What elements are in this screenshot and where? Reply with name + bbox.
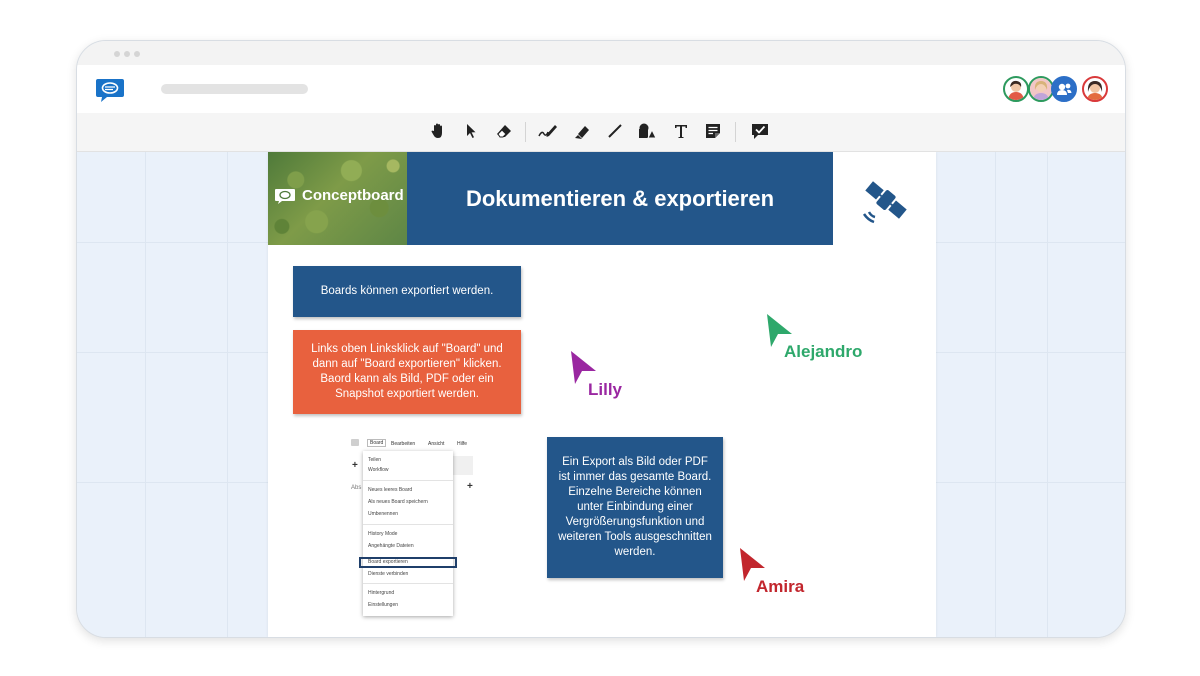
user-group-avatar[interactable] [1051,76,1077,102]
brand-logo-icon [275,188,295,204]
menu-board: Board [367,439,387,447]
menu-separator [363,583,453,584]
grid-line [995,152,996,637]
brand-logo: Conceptboard [274,187,404,204]
menu-help: Hilfe [457,441,468,447]
brand-name: Conceptboard [302,187,404,204]
menu-edit: Bearbeiten [391,441,416,447]
menu-screenshot: Board Bearbeiten Ansicht Hilfe + + Abs T… [346,438,480,618]
cursor-label-amira: Amira [756,577,805,596]
user-avatar-3[interactable] [1082,76,1108,102]
menu-item-board-export: Board exportieren [368,559,408,565]
cursor-label-lilly: Lilly [588,380,623,399]
user-avatar-1[interactable] [1003,76,1029,102]
board-canvas[interactable]: Conceptboard Dokumentieren & exportieren [77,152,1125,637]
menu-item: Umbenennen [368,511,399,517]
board-menu-dropdown: Teilen Workflow Neues leeres Board Als n… [359,451,457,616]
select-arrow-icon[interactable] [458,118,484,144]
app-header [77,65,1125,114]
conceptboard-logo-button[interactable] [95,77,125,103]
menu-item: History Mode [368,531,398,537]
shapes-icon[interactable] [634,118,660,144]
header-image: Conceptboard [268,152,407,245]
board-frame[interactable]: Conceptboard Dokumentieren & exportieren [268,152,936,637]
grid-line [145,152,146,637]
review-icon[interactable] [747,118,773,144]
sticky-note-export[interactable]: Boards können exportiert werden. [293,266,521,317]
menu-item: Hintergrund [368,590,395,596]
toolbar-separator [525,122,526,142]
menu-item: Dienste verbinden [368,571,409,577]
url-bar[interactable] [161,84,308,94]
window-dot [124,51,130,57]
menu-view: Ansicht [428,441,445,447]
hand-icon[interactable] [426,118,452,144]
grid-line [1047,152,1048,637]
line-icon[interactable] [602,118,628,144]
cursor-label-alejandro: Alejandro [784,342,863,361]
browser-window: Conceptboard Dokumentieren & exportieren [76,40,1126,638]
menu-separator [363,524,453,525]
menu-bar: Board Bearbeiten Ansicht Hilfe [346,438,476,450]
menu-separator [363,480,453,481]
logo-icon [351,439,359,446]
drawing-toolbar [77,113,1125,152]
menu-item: Workflow [368,467,389,473]
chat-logo-icon [96,79,124,102]
add-icon: + [352,460,358,471]
menu-item: Einstellungen [368,602,399,608]
sticky-note-export-info[interactable]: Ein Export als Bild oder PDF ist immer d… [547,437,723,578]
panel-stub [453,456,473,475]
window-dot [114,51,120,57]
board-title: Dokumentieren & exportieren [465,185,775,211]
title-bar [77,41,1125,65]
toolbar-separator [735,122,736,142]
menu-item: Neues leeres Board [368,487,413,493]
header-banner: Dokumentieren & exportieren [407,152,833,245]
pen-icon[interactable] [535,118,561,144]
add-icon: + [467,481,473,492]
eraser-icon[interactable] [491,118,517,144]
sticky-note-instructions[interactable]: Links oben Linksklick auf "Board" und da… [293,330,521,414]
text-icon[interactable] [668,118,694,144]
menu-item: Teilen [368,457,382,463]
side-label: Abs [351,485,362,491]
menu-item: Als neues Board speichern [368,499,428,505]
menu-item: Angehängte Dateien [368,543,414,549]
satellite-icon [856,174,914,228]
sticky-note-icon[interactable] [700,118,726,144]
grid-line [227,152,228,637]
window-dot [134,51,140,57]
highlighter-icon[interactable] [569,118,595,144]
